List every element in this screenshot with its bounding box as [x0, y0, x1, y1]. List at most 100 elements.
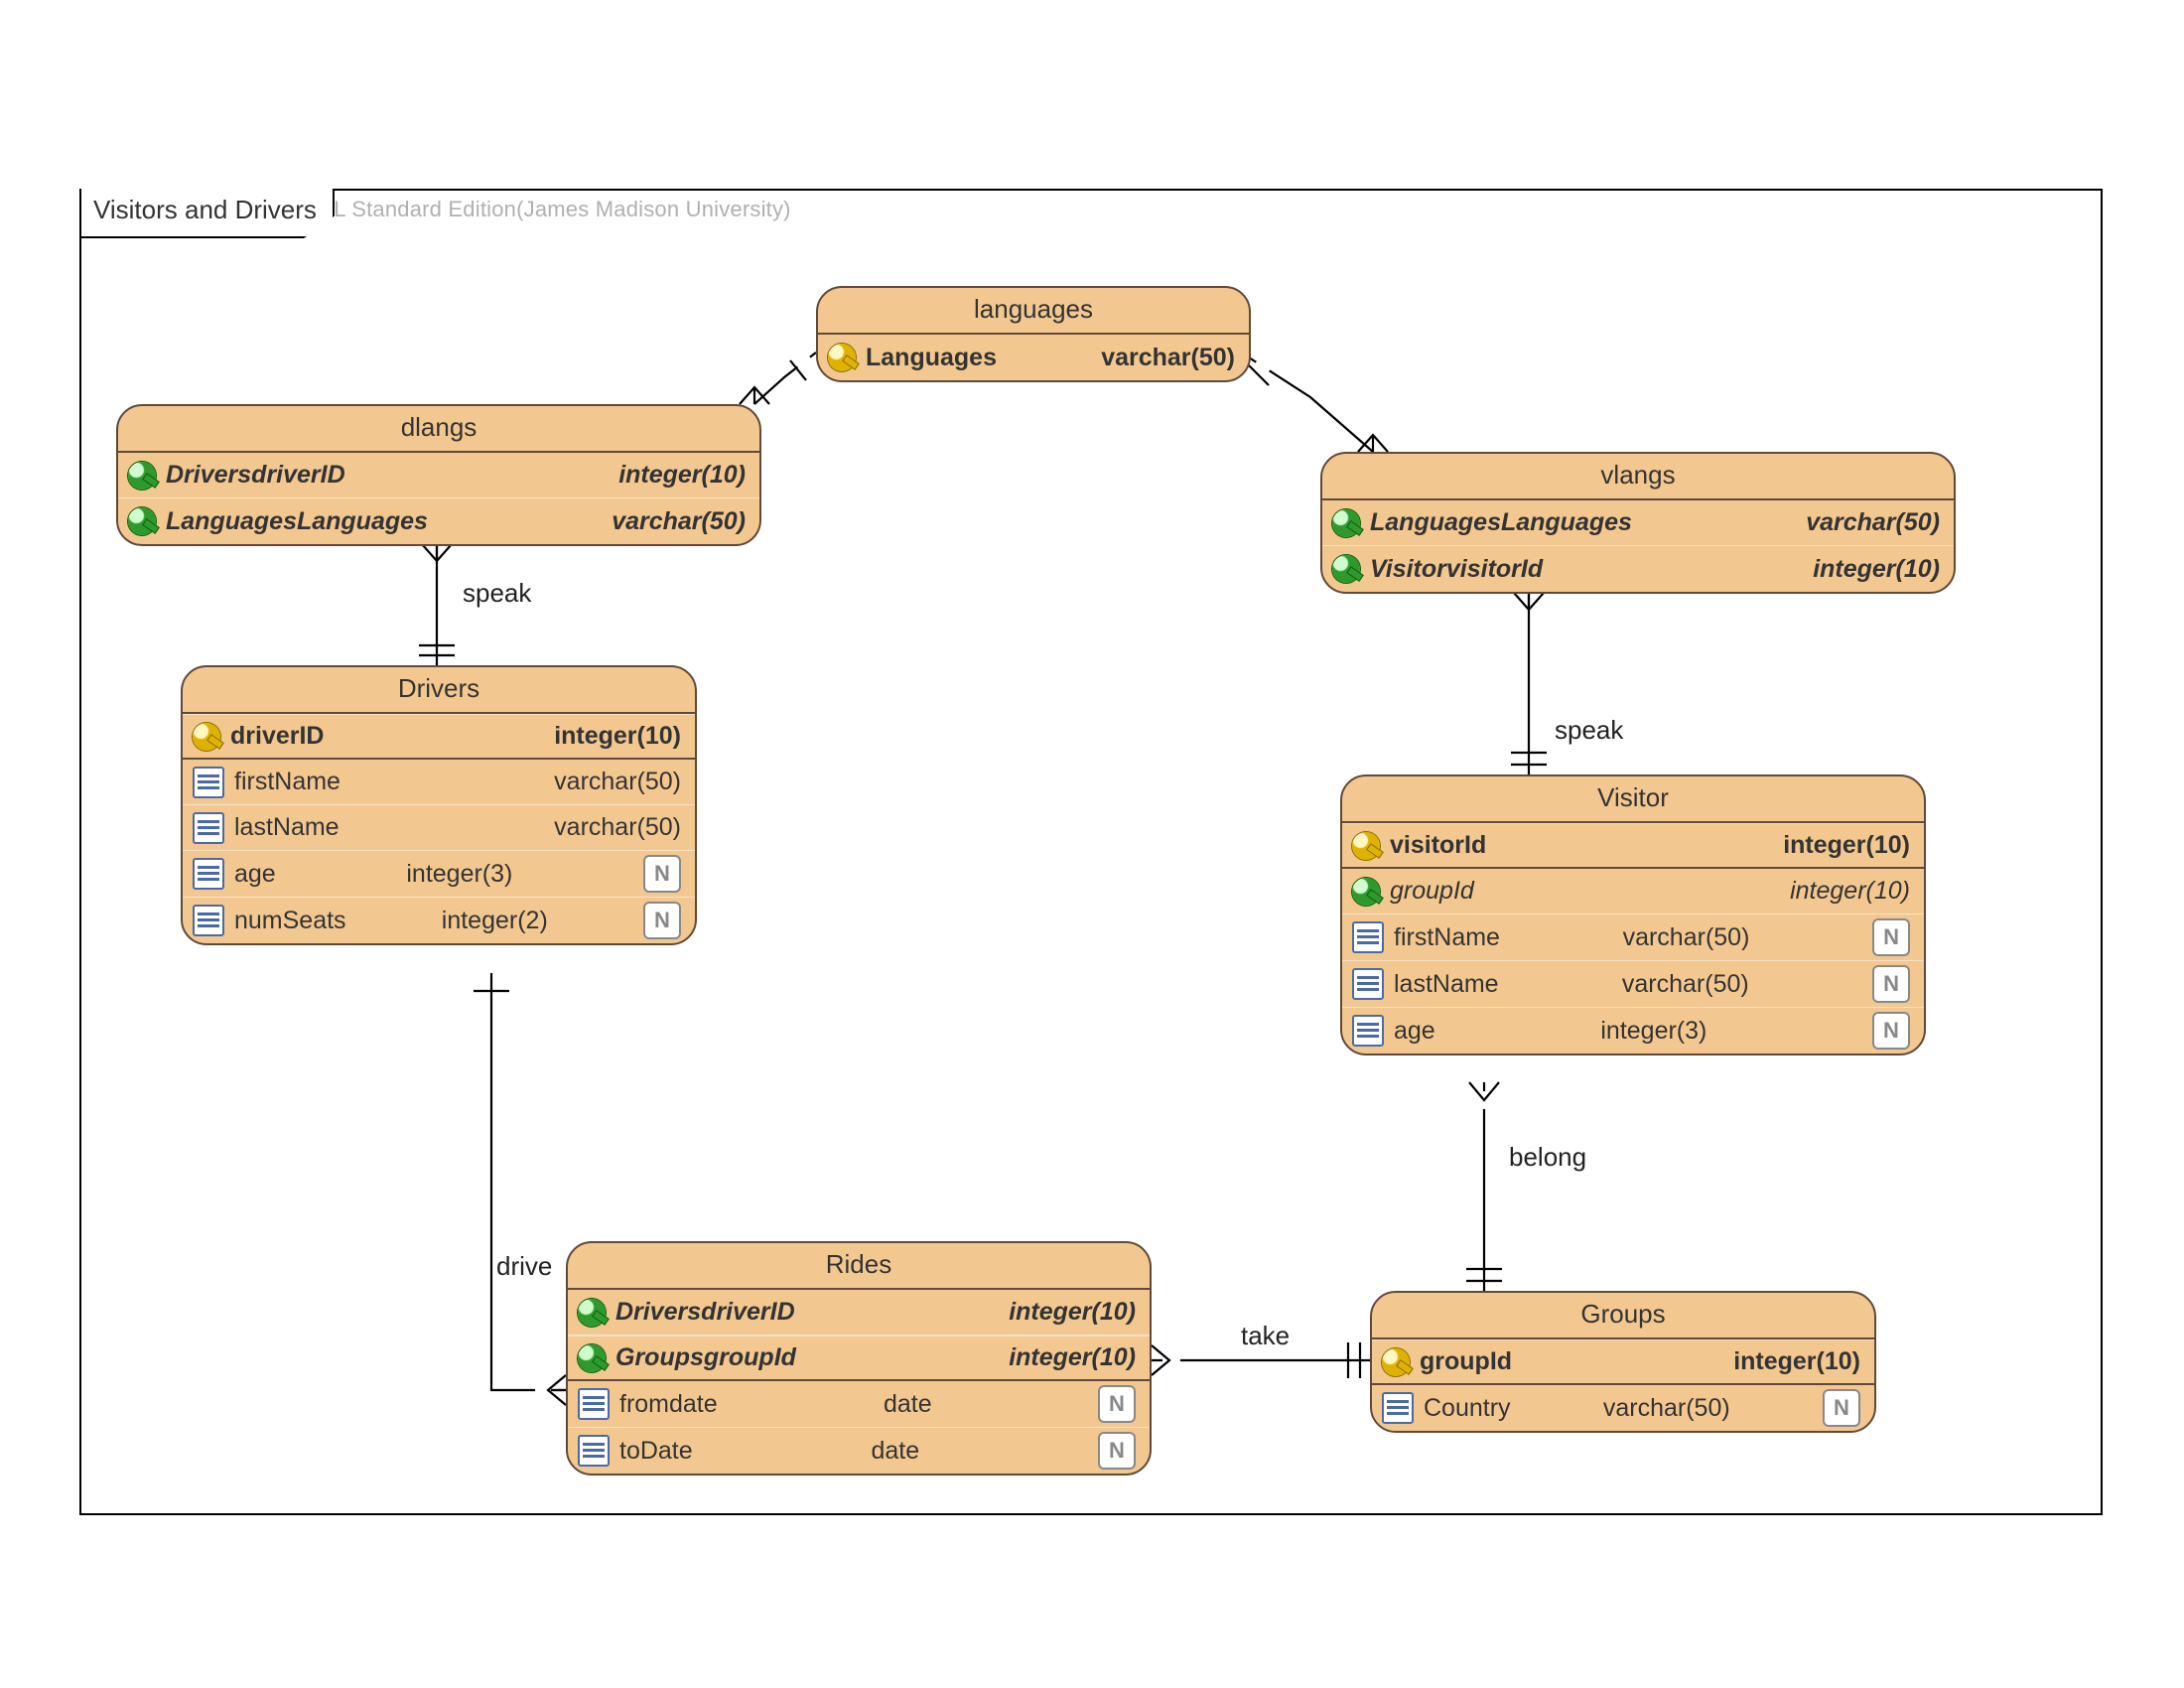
nullable-icon: N: [643, 902, 681, 939]
column-row: LanguagesLanguages varchar(50): [1322, 500, 1954, 546]
col-type: varchar(50): [1603, 1394, 1730, 1423]
column-row: firstName varchar(50): [183, 760, 695, 805]
fk-icon: [1352, 878, 1380, 906]
pk-icon: [1352, 832, 1380, 860]
pk-icon: [1382, 1348, 1410, 1376]
col-type: integer(10): [1790, 877, 1910, 906]
column-row: numSeats integer(2) N: [183, 898, 695, 943]
col-type: varchar(50): [554, 768, 681, 796]
entity-title: Visitor: [1342, 776, 1924, 823]
rel-label-belong: belong: [1509, 1142, 1586, 1173]
col-name: groupId: [1390, 877, 1474, 906]
column-icon: [1382, 1392, 1414, 1424]
col-name: LanguagesLanguages: [166, 507, 428, 536]
pk-icon: [193, 723, 220, 751]
column-row: firstName varchar(50) N: [1342, 914, 1924, 961]
fk-icon: [1332, 555, 1360, 583]
entity-rides[interactable]: Rides DriversdriverID integer(10) Groups…: [566, 1241, 1152, 1476]
nullable-icon: N: [1872, 1012, 1910, 1050]
col-name: Country: [1424, 1394, 1511, 1423]
col-name: numSeats: [234, 907, 346, 935]
col-name: VisitorvisitorId: [1370, 555, 1543, 584]
col-type: varchar(50): [1806, 508, 1940, 537]
col-type: integer(10): [1009, 1298, 1136, 1327]
entity-title: languages: [818, 288, 1249, 335]
entity-title: vlangs: [1322, 454, 1954, 500]
entity-vlangs[interactable]: vlangs LanguagesLanguages varchar(50) Vi…: [1320, 452, 1956, 594]
col-type: date: [872, 1437, 920, 1466]
col-type: varchar(50): [1623, 923, 1750, 952]
rel-label-drive: drive: [496, 1251, 552, 1282]
col-name: Languages: [866, 344, 997, 372]
col-type: integer(10): [1783, 831, 1910, 860]
col-name: lastName: [1394, 970, 1499, 999]
col-name: DriversdriverID: [615, 1298, 795, 1327]
column-row: lastName varchar(50): [183, 805, 695, 851]
rel-label-speak-2: speak: [1555, 715, 1623, 746]
column-row: VisitorvisitorId integer(10): [1322, 546, 1954, 592]
col-name: LanguagesLanguages: [1370, 508, 1632, 537]
fk-icon: [578, 1344, 606, 1372]
entity-visitor[interactable]: Visitor visitorId integer(10) groupId in…: [1340, 774, 1926, 1055]
col-name: age: [234, 860, 276, 889]
column-row: toDate date N: [568, 1428, 1150, 1474]
col-type: date: [884, 1390, 932, 1419]
column-row: lastName varchar(50) N: [1342, 961, 1924, 1008]
column-icon: [193, 905, 224, 936]
col-name: driverID: [230, 722, 324, 751]
column-icon: [1352, 921, 1384, 953]
col-name: visitorId: [1390, 831, 1486, 860]
col-name: toDate: [619, 1437, 693, 1466]
nullable-icon: N: [1098, 1432, 1136, 1470]
column-row: groupId integer(10): [1342, 869, 1924, 914]
entity-drivers[interactable]: Drivers driverID integer(10) firstName v…: [181, 665, 697, 945]
nullable-icon: N: [1098, 1385, 1136, 1423]
entity-dlangs[interactable]: dlangs DriversdriverID integer(10) Langu…: [116, 404, 761, 546]
col-type: integer(10): [1009, 1343, 1136, 1372]
erd-canvas: Visual Paradigm for UML Standard Edition…: [0, 0, 2184, 1688]
column-row: DriversdriverID integer(10): [568, 1290, 1150, 1336]
column-row: age integer(3) N: [1342, 1008, 1924, 1054]
col-type: varchar(50): [612, 507, 746, 536]
col-name: DriversdriverID: [166, 461, 345, 490]
entity-languages[interactable]: languages Languages varchar(50): [816, 286, 1251, 382]
column-row: DriversdriverID integer(10): [118, 453, 759, 498]
col-type: integer(10): [554, 722, 681, 751]
nullable-icon: N: [643, 855, 681, 893]
entity-title: Drivers: [183, 667, 695, 714]
entity-groups[interactable]: Groups groupId integer(10) Country varch…: [1370, 1291, 1876, 1433]
column-icon: [1352, 968, 1384, 1000]
col-name: fromdate: [619, 1390, 718, 1419]
column-row: age integer(3) N: [183, 851, 695, 898]
col-type: integer(3): [1600, 1017, 1706, 1046]
col-name: groupId: [1420, 1347, 1512, 1376]
column-icon: [578, 1388, 610, 1420]
col-name: GroupsgroupId: [615, 1343, 796, 1372]
column-row: Languages varchar(50): [818, 335, 1249, 380]
pk-icon: [828, 344, 856, 371]
col-name: firstName: [1394, 923, 1500, 952]
column-icon: [193, 812, 224, 844]
nullable-icon: N: [1872, 965, 1910, 1003]
col-type: integer(10): [1733, 1347, 1860, 1376]
col-name: lastName: [234, 813, 340, 842]
column-icon: [193, 858, 224, 890]
column-row: groupId integer(10): [1372, 1339, 1874, 1385]
column-icon: [193, 767, 224, 798]
frame-title: Visitors and Drivers: [79, 189, 335, 238]
fk-icon: [128, 507, 156, 535]
col-type: integer(2): [442, 907, 548, 935]
fk-icon: [1332, 509, 1360, 537]
nullable-icon: N: [1872, 918, 1910, 956]
column-row: driverID integer(10): [183, 714, 695, 760]
rel-label-speak-1: speak: [463, 578, 531, 609]
col-name: age: [1394, 1017, 1435, 1046]
col-name: firstName: [234, 768, 341, 796]
column-icon: [578, 1435, 610, 1467]
column-row: fromdate date N: [568, 1381, 1150, 1428]
column-row: Country varchar(50) N: [1372, 1385, 1874, 1431]
column-row: GroupsgroupId integer(10): [568, 1336, 1150, 1381]
col-type: integer(3): [406, 860, 512, 889]
col-type: varchar(50): [554, 813, 681, 842]
entity-title: dlangs: [118, 406, 759, 453]
